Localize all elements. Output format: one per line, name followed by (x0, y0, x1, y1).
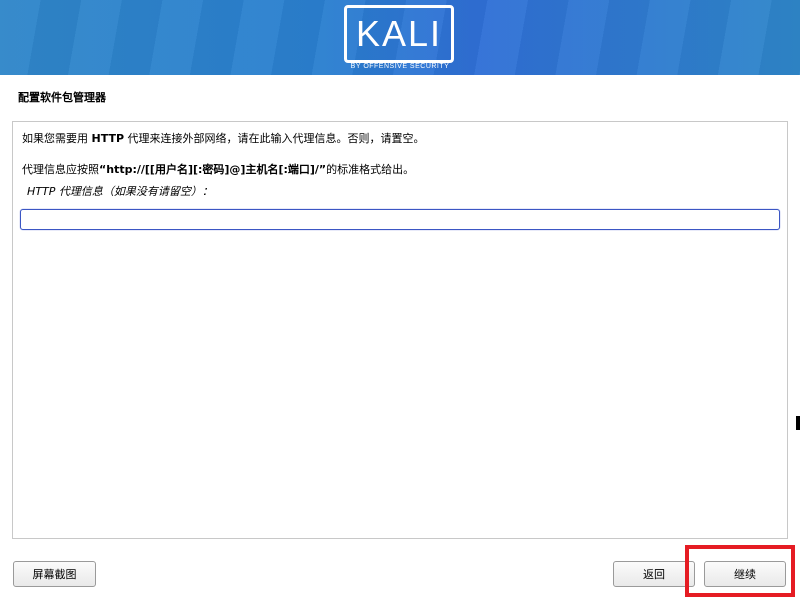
header-banner: KALI BY OFFENSIVE SECURITY (0, 0, 800, 75)
highlight-box (685, 545, 795, 597)
instruction-text-suffix: 代理来连接外部网络，请在此输入代理信息。否则，请置空。 (124, 132, 425, 145)
format-text: 代理信息应按照“http://[[用户名][:密码]@]主机名[:端口]/”的标… (22, 161, 414, 177)
format-text-bold: “http://[[用户名][:密码]@]主机名[:端口]/” (99, 163, 327, 176)
page-title: 配置软件包管理器 (18, 91, 106, 104)
format-text-suffix: 的标准格式给出。 (326, 163, 415, 176)
instruction-text: 如果您需要用 HTTP 代理来连接外部网络，请在此输入代理信息。否则，请置空。 (22, 130, 425, 146)
content-panel: 如果您需要用 HTTP 代理来连接外部网络，请在此输入代理信息。否则，请置空。 … (12, 121, 788, 539)
back-button[interactable]: 返回 (613, 561, 695, 587)
kali-logo: KALI (344, 5, 454, 63)
instruction-text-bold: HTTP (91, 132, 125, 145)
logo-subtitle: BY OFFENSIVE SECURITY (350, 63, 450, 70)
instruction-text-prefix: 如果您需要用 (22, 132, 92, 145)
proxy-input[interactable] (20, 209, 780, 230)
format-text-prefix: 代理信息应按照 (22, 163, 99, 176)
screenshot-button[interactable]: 屏幕截图 (13, 561, 96, 587)
edge-mark (796, 416, 800, 430)
logo-text: KALI (355, 13, 443, 54)
proxy-field-label: HTTP 代理信息（如果没有请留空）： (27, 185, 213, 198)
